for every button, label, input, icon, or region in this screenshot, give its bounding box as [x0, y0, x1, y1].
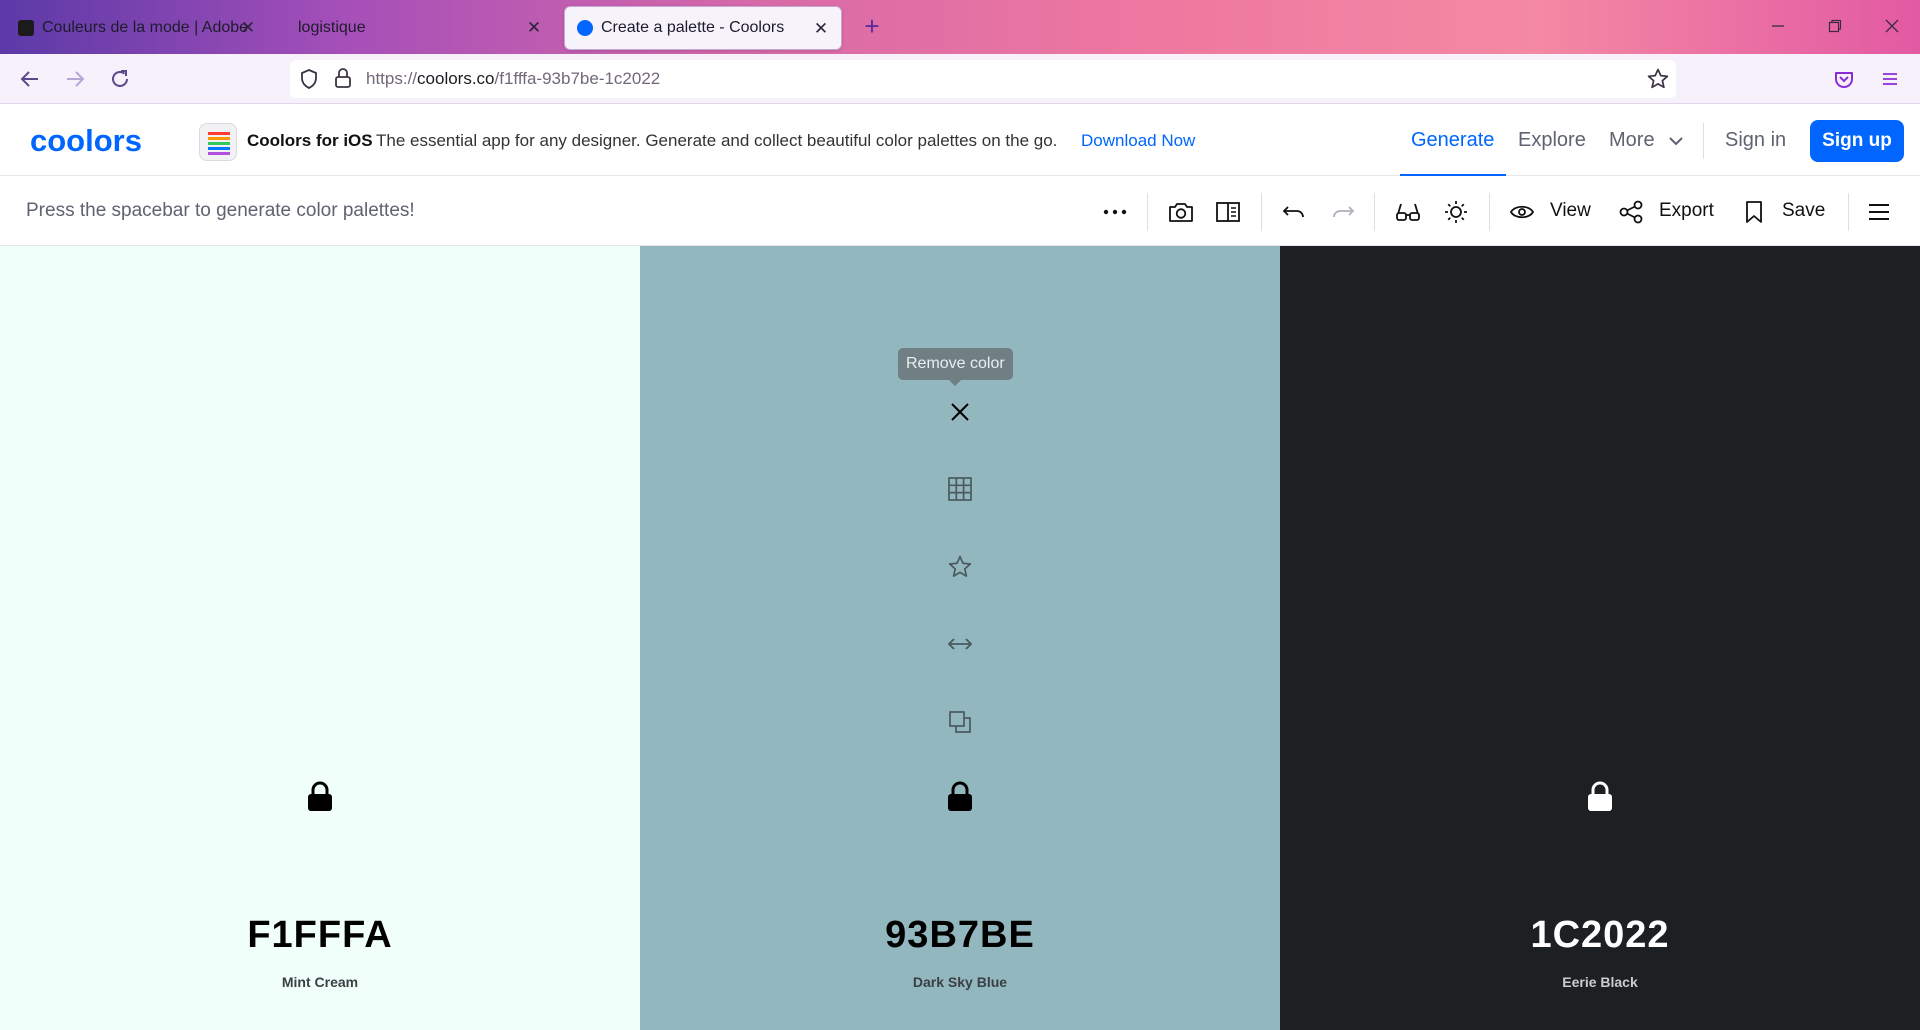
remove-color-tooltip: Remove color: [898, 348, 1013, 386]
sign-up-button[interactable]: Sign up: [1810, 120, 1904, 162]
url-text[interactable]: https://coolors.co/f1fffa-93b7be-1c2022: [366, 69, 660, 89]
nav-active-underline: [1400, 174, 1506, 176]
browser-nav-bar: https://coolors.co/f1fffa-93b7be-1c2022: [0, 54, 1920, 104]
tab-coolors[interactable]: Create a palette - Coolors ✕: [564, 6, 842, 50]
save-button[interactable]: Save: [1782, 200, 1825, 222]
bookmark-star-icon[interactable]: [1646, 67, 1670, 96]
browser-tab-bar: Couleurs de la mode | Adobe C ✕ logistiq…: [0, 0, 1920, 54]
nav-more-label: More: [1609, 129, 1655, 151]
close-tab-icon[interactable]: ✕: [811, 19, 831, 39]
generator-toolbar: Press the spacebar to generate color pal…: [0, 177, 1920, 246]
ios-app-icon: [199, 123, 237, 161]
promo-text: The essential app for any designer. Gene…: [376, 131, 1058, 150]
address-bar[interactable]: https://coolors.co/f1fffa-93b7be-1c2022: [290, 60, 1676, 98]
color-swatch-mint-cream[interactable]: F1FFFA Mint Cream: [0, 246, 640, 1030]
share-icon[interactable]: [1616, 197, 1646, 227]
glasses-icon[interactable]: [1393, 197, 1423, 227]
copy-icon[interactable]: [944, 706, 976, 738]
color-hex-code[interactable]: F1FFFA: [0, 914, 640, 957]
remove-color-close-icon[interactable]: [944, 396, 976, 428]
brightness-icon[interactable]: [1441, 197, 1471, 227]
export-button[interactable]: Export: [1659, 200, 1714, 222]
nav-explore[interactable]: Explore: [1518, 129, 1586, 152]
app-menu-icon[interactable]: [1874, 63, 1906, 95]
forward-arrow-icon[interactable]: [59, 63, 91, 95]
color-name: Eerie Black: [1562, 974, 1638, 990]
spacebar-hint: Press the spacebar to generate color pal…: [26, 200, 415, 221]
tab-title: Couleurs de la mode | Adobe C: [42, 19, 252, 36]
download-now-link[interactable]: Download Now: [1081, 131, 1195, 151]
url-path: /f1fffa-93b7be-1c2022: [494, 69, 661, 88]
drag-arrows-icon[interactable]: [944, 628, 976, 660]
color-hex-code[interactable]: 1C2022: [1280, 914, 1920, 957]
bookmark-icon[interactable]: [1739, 197, 1769, 227]
pocket-icon[interactable]: [1828, 63, 1860, 95]
toolbar-divider: [1261, 193, 1262, 231]
undo-icon[interactable]: [1279, 197, 1309, 227]
header-divider: [1703, 123, 1704, 159]
url-domain: coolors.co: [417, 69, 495, 88]
close-tab-icon[interactable]: ✕: [238, 18, 258, 38]
nav-more[interactable]: More: [1609, 129, 1684, 152]
close-tab-icon[interactable]: ✕: [524, 18, 544, 38]
coolors-favicon-icon: [577, 20, 593, 36]
hamburger-menu-icon[interactable]: [1864, 197, 1894, 227]
split-view-icon[interactable]: [1213, 197, 1243, 227]
tab-title: logistique: [298, 19, 366, 36]
close-window-icon[interactable]: [1872, 10, 1912, 44]
tab-logistique[interactable]: logistique ✕: [282, 6, 554, 50]
eye-icon[interactable]: [1507, 197, 1537, 227]
lock-icon[interactable]: [306, 781, 334, 811]
color-name: Mint Cream: [281, 974, 359, 990]
favorite-star-icon[interactable]: [944, 551, 976, 583]
more-options-icon[interactable]: [1100, 197, 1130, 227]
toolbar-divider: [1147, 193, 1148, 231]
redo-icon[interactable]: [1328, 197, 1358, 227]
sign-in-link[interactable]: Sign in: [1725, 129, 1786, 152]
coolors-logo[interactable]: coolors: [30, 123, 142, 159]
nav-generate[interactable]: Generate: [1411, 129, 1494, 152]
color-name: Dark Sky Blue: [912, 974, 1008, 990]
toolbar-divider: [1374, 193, 1375, 231]
new-tab-plus-icon[interactable]: +: [858, 12, 886, 40]
toolbar-divider: [1489, 193, 1490, 231]
chevron-down-icon: [1669, 137, 1683, 146]
lock-icon[interactable]: [946, 781, 974, 811]
toolbar-divider: [1848, 193, 1849, 231]
adobe-color-favicon-icon: [18, 20, 34, 36]
back-arrow-icon[interactable]: [14, 63, 46, 95]
tab-title: Create a palette - Coolors: [601, 19, 785, 36]
color-hex-code[interactable]: 93B7BE: [640, 914, 1280, 957]
shades-grid-icon[interactable]: [944, 473, 976, 505]
restore-window-icon[interactable]: [1815, 10, 1855, 44]
tab-adobe-color[interactable]: Couleurs de la mode | Adobe C ✕: [6, 6, 268, 50]
view-button[interactable]: View: [1550, 200, 1591, 222]
promo-title: Coolors for iOS: [247, 131, 373, 150]
camera-icon[interactable]: [1166, 197, 1196, 227]
lock-icon[interactable]: [334, 67, 352, 94]
lock-icon[interactable]: [1586, 781, 1614, 811]
shield-icon[interactable]: [298, 68, 320, 95]
url-prefix: https://: [366, 69, 418, 88]
minimize-window-icon[interactable]: [1758, 10, 1798, 44]
site-header: coolors Coolors for iOS The essential ap…: [0, 105, 1920, 176]
reload-icon[interactable]: [104, 63, 136, 95]
color-swatch-eerie-black[interactable]: 1C2022 Eerie Black: [1280, 246, 1920, 1030]
